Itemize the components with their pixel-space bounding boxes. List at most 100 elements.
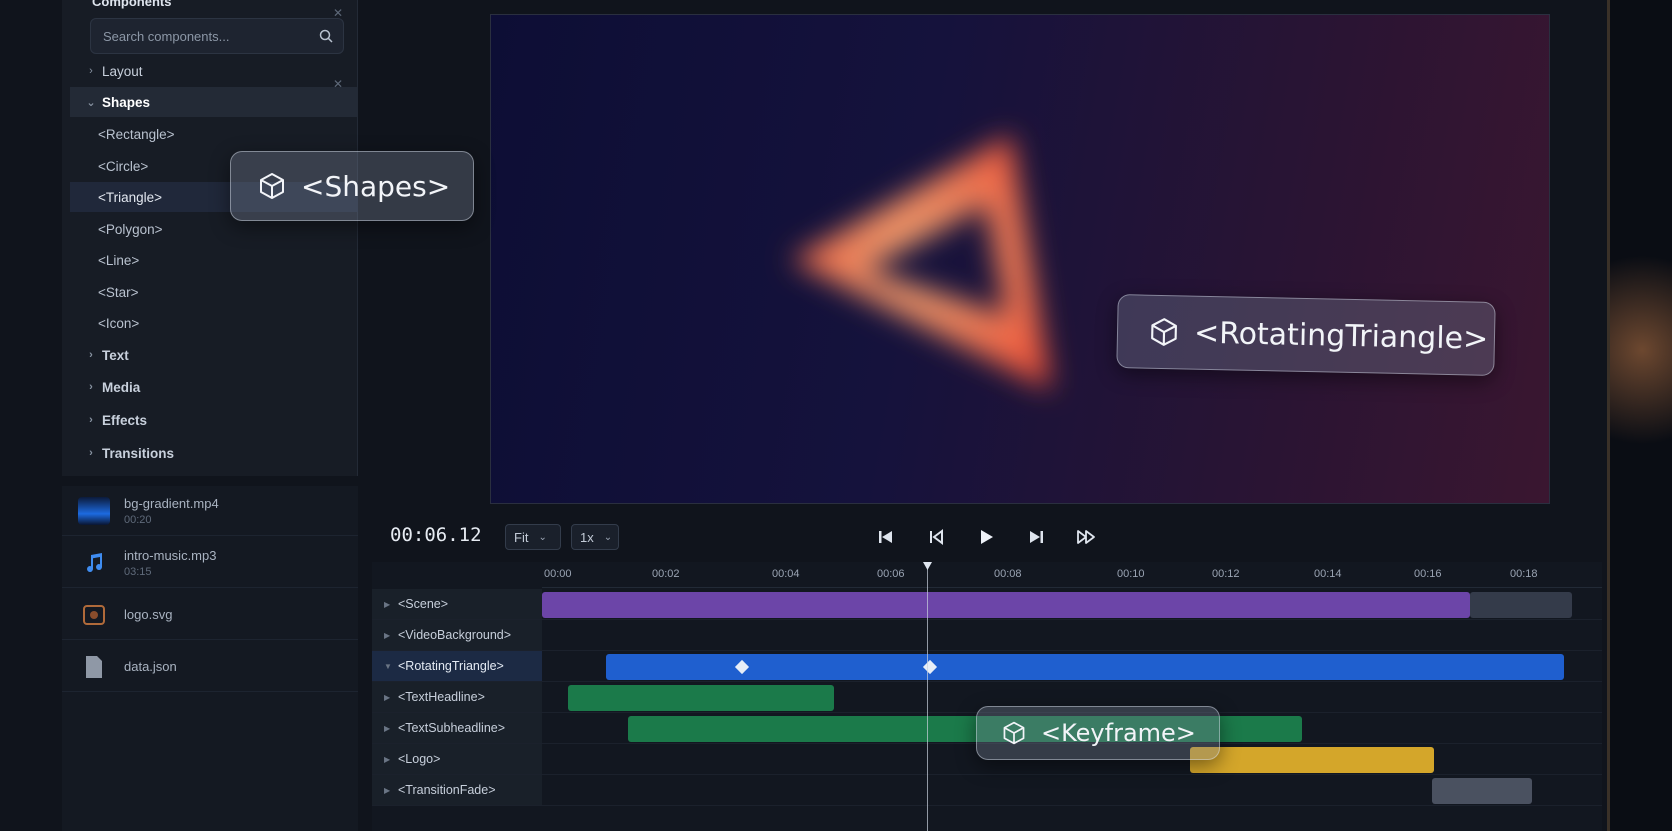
search-field[interactable] <box>90 18 344 54</box>
tick-label: 00:02 <box>652 568 680 580</box>
collapse-icon[interactable]: ▼ <box>384 662 398 671</box>
tick-label: 00:16 <box>1414 568 1442 580</box>
cube-icon <box>1003 721 1025 745</box>
category-text[interactable]: › Text <box>70 340 358 370</box>
tick-label: 00:12 <box>1212 568 1240 580</box>
track-name: <VideoBackground> <box>398 628 512 642</box>
category-media[interactable]: › Media <box>70 372 358 402</box>
chevron-down-icon: ⌄ <box>603 531 613 543</box>
track-label[interactable]: ▶ <TransitionFade> <box>372 775 542 805</box>
search-icon[interactable] <box>319 29 333 43</box>
track-label[interactable]: ▶ <TextHeadline> <box>372 682 542 712</box>
category-transitions[interactable]: › Transitions <box>70 438 358 468</box>
play-icon[interactable] <box>976 527 996 547</box>
music-note-icon <box>78 549 110 577</box>
next-frame-icon[interactable] <box>1026 527 1046 547</box>
track-scene[interactable]: ▶ <Scene> <box>372 589 1602 620</box>
chevron-right-icon: › <box>89 414 93 426</box>
track-name: <TransitionFade> <box>398 783 496 797</box>
expand-icon[interactable]: ▶ <box>384 755 398 764</box>
cube-icon <box>1151 318 1177 346</box>
track-name: <TextSubheadline> <box>398 721 506 735</box>
component-label: <Triangle> <box>98 189 163 205</box>
category-label: Shapes <box>102 94 151 110</box>
fast-forward-icon[interactable] <box>1076 527 1096 547</box>
media-name: logo.svg <box>124 607 173 622</box>
callout-label: <RotatingTriangle> <box>1193 315 1489 357</box>
category-label: Media <box>102 379 141 395</box>
track-video-background[interactable]: ▶ <VideoBackground> <box>372 620 1602 651</box>
expand-icon[interactable]: ▶ <box>384 600 398 609</box>
media-item[interactable]: data.json <box>62 642 358 692</box>
playhead[interactable] <box>927 562 928 831</box>
expand-icon[interactable]: ▶ <box>384 786 398 795</box>
transport-bar: 00:06.12 Fit ⌄ 1x ⌄ <box>372 516 1572 560</box>
tick-label: 00:04 <box>772 568 800 580</box>
expand-icon[interactable]: ▶ <box>384 724 398 733</box>
media-name: intro-music.mp3 <box>124 547 217 563</box>
component-rectangle[interactable]: <Rectangle> <box>70 119 358 149</box>
media-list: bg-gradient.mp4 00:20 intro-music.mp3 03… <box>62 486 358 831</box>
expand-icon[interactable]: ▶ <box>384 693 398 702</box>
track-label[interactable]: ▶ <VideoBackground> <box>372 620 542 650</box>
zoom-value: Fit <box>514 529 529 545</box>
media-name: data.json <box>124 659 177 674</box>
previous-frame-icon[interactable] <box>926 527 946 547</box>
track-rotating-triangle[interactable]: ▼ <RotatingTriangle> <box>372 651 1602 682</box>
category-label: Transitions <box>102 445 175 461</box>
category-layout[interactable]: › Layout <box>70 56 358 86</box>
video-preview[interactable] <box>490 14 1550 504</box>
chevron-right-icon: › <box>89 447 93 459</box>
media-item[interactable]: bg-gradient.mp4 00:20 <box>62 486 358 536</box>
component-label: <Rectangle> <box>98 126 175 142</box>
category-shapes[interactable]: ⌄ Shapes <box>70 87 358 117</box>
expand-icon[interactable]: ▶ <box>384 631 398 640</box>
track-label[interactable]: ▶ <TextSubheadline> <box>372 713 542 743</box>
media-item[interactable]: intro-music.mp3 03:15 <box>62 538 358 588</box>
search-input[interactable] <box>91 19 343 53</box>
rotating-triangle-shape <box>791 135 1051 390</box>
component-icon[interactable]: <Icon> <box>70 308 358 338</box>
tick-label: 00:08 <box>994 568 1022 580</box>
chevron-right-icon: › <box>89 381 93 393</box>
tick-label: 00:18 <box>1510 568 1538 580</box>
zoom-dropdown[interactable]: Fit ⌄ <box>505 524 561 550</box>
track-name: <Scene> <box>398 597 449 611</box>
panel-title: Components <box>92 0 172 9</box>
tick-label: 00:10 <box>1117 568 1145 580</box>
media-item[interactable]: logo.svg <box>62 590 358 640</box>
track-name: <Logo> <box>398 752 441 766</box>
components-panel: Components ✕ › Layout ✕ ⌄ Shapes <Rectan… <box>62 0 358 476</box>
logo-clip[interactable] <box>1190 747 1434 773</box>
component-star[interactable]: <Star> <box>70 277 358 307</box>
track-transition-fade[interactable]: ▶ <TransitionFade> <box>372 775 1602 806</box>
track-label[interactable]: ▶ <Scene> <box>372 589 542 619</box>
category-label: Text <box>102 347 129 363</box>
category-effects[interactable]: › Effects <box>70 405 358 435</box>
rotating-triangle-callout: <RotatingTriangle> <box>1116 294 1496 376</box>
media-duration: 00:20 <box>124 513 152 526</box>
component-label: <Star> <box>98 284 139 300</box>
component-label: <Icon> <box>98 315 140 331</box>
component-label: <Line> <box>98 252 140 268</box>
media-name: bg-gradient.mp4 <box>124 495 219 511</box>
time-ruler[interactable]: 00:00 00:02 00:04 00:06 00:08 00:10 00:1… <box>542 562 1602 588</box>
text-headline-clip[interactable] <box>568 685 834 711</box>
track-label[interactable]: ▶ <Logo> <box>372 744 542 774</box>
skip-to-start-icon[interactable] <box>876 527 896 547</box>
tick-label: 00:00 <box>544 568 572 580</box>
transition-fade-clip[interactable] <box>1432 778 1532 804</box>
timeline[interactable]: 00:00 00:02 00:04 00:06 00:08 00:10 00:1… <box>372 562 1602 831</box>
track-name: <TextHeadline> <box>398 690 485 704</box>
scene-clip[interactable] <box>542 592 1470 618</box>
chevron-right-icon: › <box>89 349 93 361</box>
component-line[interactable]: <Line> <box>70 245 358 275</box>
speed-dropdown[interactable]: 1x ⌄ <box>571 524 619 550</box>
image-icon <box>78 601 110 629</box>
preview-canvas <box>791 135 1051 390</box>
speed-value: 1x <box>580 529 594 545</box>
scene-clip-tail[interactable] <box>1470 592 1572 618</box>
track-label[interactable]: ▼ <RotatingTriangle> <box>372 651 542 681</box>
callout-label: <Keyframe> <box>1041 719 1196 747</box>
rotating-triangle-clip[interactable] <box>606 654 1564 680</box>
